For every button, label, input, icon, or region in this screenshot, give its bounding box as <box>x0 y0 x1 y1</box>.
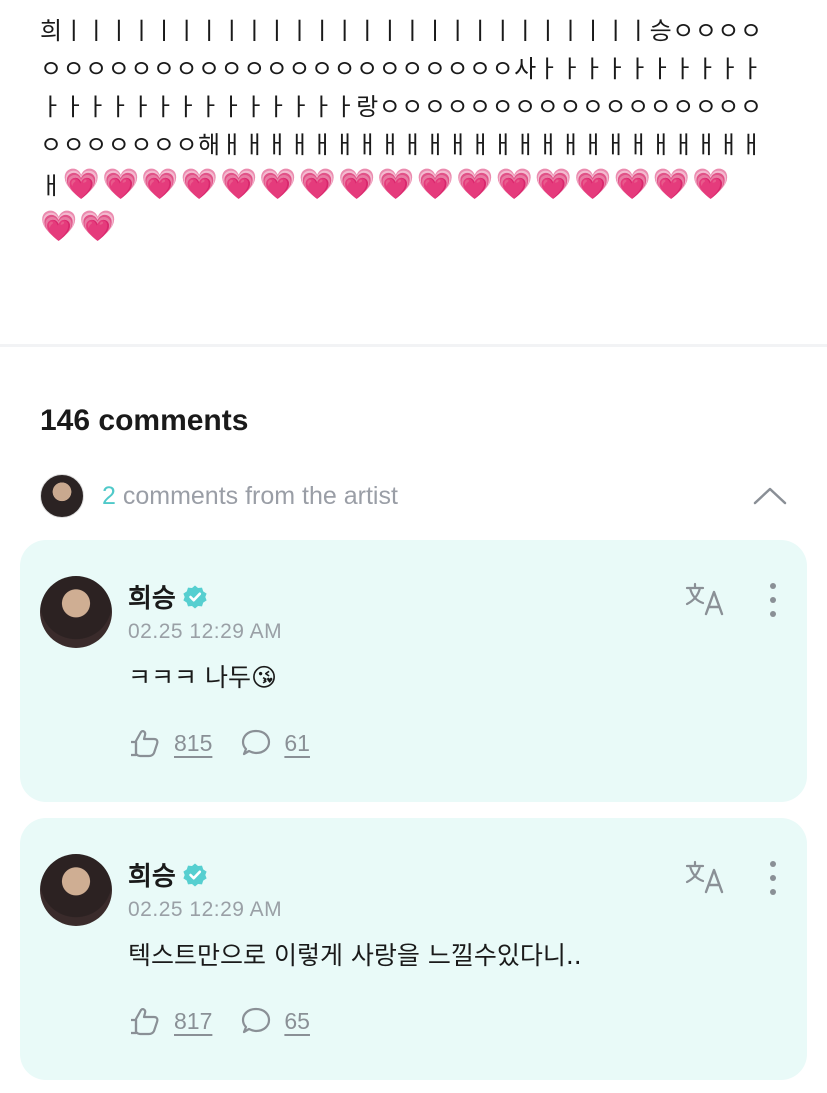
reply-count: 65 <box>284 1007 310 1034</box>
comment-timestamp: 02.25 12:29 AM <box>128 898 283 921</box>
reply-icon <box>242 729 271 756</box>
reply-button[interactable]: 61 <box>240 728 310 758</box>
comment-stats: 817 65 <box>128 1006 338 1036</box>
comment-author-row: 희승 <box>128 578 208 615</box>
artist-comments-count: 2 <box>102 481 116 510</box>
comment-author-row: 희승 <box>128 856 208 893</box>
comment-stats: 815 61 <box>128 728 338 758</box>
reply-icon <box>242 1007 271 1034</box>
like-icon <box>131 1008 159 1036</box>
artist-comments-toggle[interactable]: 2 comments from the artist <box>40 474 790 518</box>
like-icon <box>131 730 159 758</box>
artist-comment-card: 희승 02.25 12:29 AM ㅋㅋㅋ 나두😘 815 61 <box>20 540 807 802</box>
like-button[interactable]: 817 <box>128 1006 212 1036</box>
avatar[interactable] <box>40 576 112 648</box>
translate-icon[interactable] <box>684 858 726 898</box>
comments-count: 146 comments <box>40 404 249 437</box>
more-options-icon[interactable] <box>760 858 786 898</box>
comment-text: ㅋㅋㅋ 나두😘 <box>128 663 278 692</box>
verified-badge-icon <box>183 585 207 608</box>
comment-text: 텍스트만으로 이렇게 사랑을 느낄수있다니.. <box>128 941 582 970</box>
artist-avatar <box>40 474 84 518</box>
post-body: 희ㅣㅣㅣㅣㅣㅣㅣㅣㅣㅣㅣㅣㅣㅣㅣㅣㅣㅣㅣㅣㅣㅣㅣㅣㅣㅣ승ㅇㅇㅇㅇㅇㅇㅇㅇㅇㅇㅇㅇ… <box>40 12 770 248</box>
comment-author[interactable]: 희승 <box>128 578 176 615</box>
more-options-icon[interactable] <box>760 580 786 620</box>
avatar[interactable] <box>40 854 112 926</box>
verified-badge-icon <box>183 863 207 886</box>
artist-comment-card: 희승 02.25 12:29 AM 텍스트만으로 이렇게 사랑을 느낄수있다니.… <box>20 818 807 1080</box>
comment-timestamp: 02.25 12:29 AM <box>128 620 283 643</box>
post-hearts: 💗💗💗💗💗💗💗💗💗💗💗💗💗💗💗💗💗💗💗 <box>40 167 732 244</box>
chevron-up-icon[interactable] <box>750 476 790 516</box>
artist-comments-text: comments from the artist <box>115 481 398 510</box>
like-button[interactable]: 815 <box>128 728 212 758</box>
like-count: 815 <box>174 729 213 756</box>
reply-count: 61 <box>284 729 310 756</box>
reply-button[interactable]: 65 <box>240 1006 310 1036</box>
artist-comments-label: 2 comments from the artist <box>102 482 398 511</box>
translate-icon[interactable] <box>684 580 726 620</box>
comment-author[interactable]: 희승 <box>128 856 176 893</box>
section-divider <box>0 344 827 347</box>
like-count: 817 <box>174 1007 213 1034</box>
